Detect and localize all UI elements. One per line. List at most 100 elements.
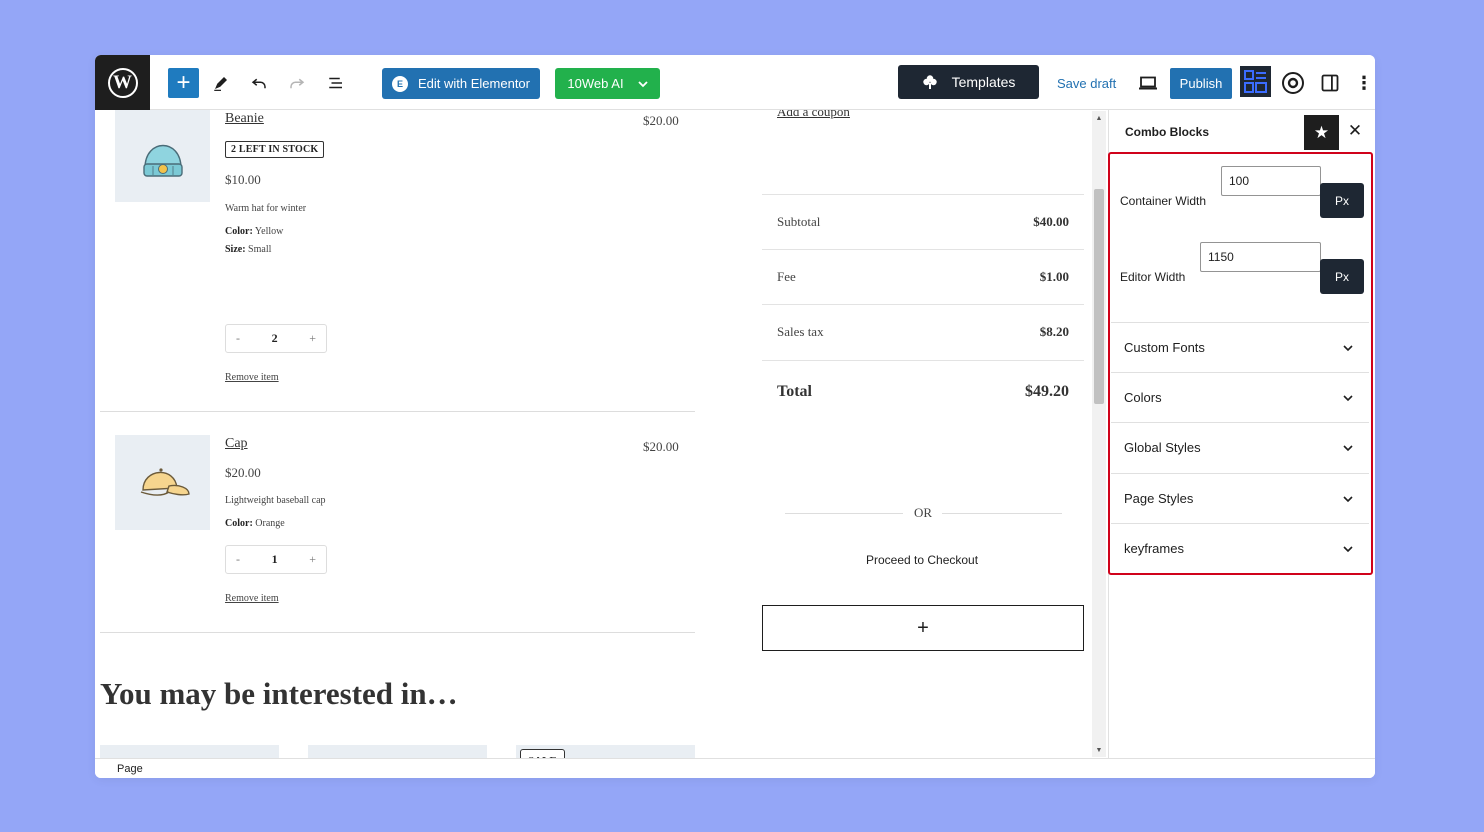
accordion-label: keyframes: [1124, 541, 1184, 556]
qty-increase-button[interactable]: +: [309, 552, 316, 567]
combo-blocks-plugin-button[interactable]: [1240, 66, 1271, 97]
qty-decrease-button[interactable]: -: [236, 331, 240, 346]
quantity-stepper[interactable]: - 1 +: [225, 545, 327, 574]
templates-button-label: Templates: [951, 74, 1016, 90]
status-footer: Page: [95, 758, 1375, 778]
totals-amount: $8.20: [1039, 324, 1069, 339]
edit-with-elementor-button[interactable]: E Edit with Elementor: [382, 68, 540, 99]
editor-window: W + E Edit with Elementor 10Web AI Templ…: [95, 55, 1375, 778]
chevron-down-icon: [1343, 545, 1353, 552]
accordion-custom-fonts[interactable]: Custom Fonts: [1111, 322, 1369, 372]
close-sidebar-button[interactable]: ✕: [1347, 121, 1363, 140]
settings-sidebar-toggle[interactable]: [1316, 68, 1344, 98]
totals-amount: $40.00: [1033, 214, 1069, 229]
desktop-preview-icon: [1139, 76, 1157, 90]
remove-item-link[interactable]: Remove item: [225, 593, 279, 604]
qty-decrease-button[interactable]: -: [236, 552, 240, 567]
quantity-stepper[interactable]: - 2 +: [225, 324, 327, 353]
chevron-down-icon: [1343, 495, 1353, 502]
pencil-tool-button[interactable]: [207, 68, 235, 98]
sidebar-title: Combo Blocks: [1125, 125, 1210, 139]
container-width-input[interactable]: [1221, 166, 1321, 196]
total-amount: $49.20: [1025, 382, 1069, 400]
publish-button[interactable]: Publish: [1170, 68, 1232, 99]
scroll-down-arrow-icon[interactable]: ▼: [1092, 743, 1106, 757]
preview-button[interactable]: [1135, 68, 1161, 98]
product-description: Lightweight baseball cap: [225, 495, 326, 506]
elementor-button-label: Edit with Elementor: [418, 76, 530, 91]
star-icon: ★: [1313, 122, 1330, 142]
block-breadcrumb[interactable]: Page: [117, 763, 143, 775]
canvas-scrollbar[interactable]: ▲ ▼: [1092, 111, 1106, 757]
plugin-circle-button[interactable]: [1279, 68, 1307, 98]
chevron-down-icon: [1343, 394, 1353, 401]
product-name-link[interactable]: Beanie: [225, 111, 264, 127]
document-overview-button[interactable]: [322, 68, 350, 98]
container-width-unit-button[interactable]: Px: [1320, 183, 1364, 218]
sidebar-header: Combo Blocks ★ ✕: [1109, 110, 1375, 153]
accordion-global-styles[interactable]: Global Styles: [1111, 422, 1369, 472]
line-subtotal: $20.00: [643, 113, 679, 128]
chevron-down-icon: [1343, 444, 1353, 451]
options-menu-button[interactable]: ⋮: [1355, 68, 1373, 98]
product-attribute: Color: Yellow: [225, 226, 284, 237]
qty-value[interactable]: 1: [272, 552, 278, 567]
accordion-label: Custom Fonts: [1124, 340, 1205, 355]
block-appender-button[interactable]: +: [762, 605, 1084, 651]
undo-icon: [251, 78, 266, 89]
editor-width-label: Editor Width: [1120, 270, 1186, 284]
proceed-to-checkout-button[interactable]: Proceed to Checkout: [866, 553, 978, 567]
sidebar-icon: [1321, 74, 1339, 92]
recommended-product-card[interactable]: [308, 745, 487, 758]
add-block-button[interactable]: +: [168, 68, 199, 98]
line-subtotal: $20.00: [643, 439, 679, 454]
10web-ai-button[interactable]: 10Web AI: [555, 68, 660, 99]
editor-width-input[interactable]: [1200, 242, 1321, 272]
product-attribute: Color: Orange: [225, 518, 285, 529]
beanie-image: [115, 110, 210, 202]
editor-canvas: Beanie $20.00 2 LEFT IN STOCK $10.00 War…: [95, 110, 1108, 758]
editor-width-unit-button[interactable]: Px: [1320, 259, 1364, 294]
beanie-icon: [142, 144, 183, 177]
recommended-product-card[interactable]: SALE: [516, 745, 695, 758]
save-draft-button[interactable]: Save draft: [1057, 68, 1116, 98]
qty-increase-button[interactable]: +: [309, 331, 316, 346]
add-coupon-link[interactable]: Add a coupon: [777, 110, 850, 120]
totals-row-total: Total $49.20: [762, 360, 1084, 422]
close-icon: ✕: [1347, 121, 1363, 140]
undo-button[interactable]: [245, 68, 273, 98]
totals-label: Sales tax: [777, 324, 824, 339]
qty-value[interactable]: 2: [272, 331, 278, 346]
scrollbar-thumb[interactable]: [1094, 189, 1104, 404]
cap-icon: [140, 467, 190, 496]
combo-blocks-icon: [1244, 70, 1267, 93]
pencil-icon: [214, 77, 227, 91]
top-toolbar: W + E Edit with Elementor 10Web AI Templ…: [95, 55, 1375, 110]
or-divider-right: [942, 513, 1062, 514]
wordpress-logo-button[interactable]: W: [95, 55, 150, 110]
accordion-colors[interactable]: Colors: [1111, 372, 1369, 422]
circle-logo-icon: [1282, 72, 1304, 94]
accordion-keyframes[interactable]: keyframes: [1111, 523, 1369, 573]
redo-button[interactable]: [283, 68, 311, 98]
remove-item-link[interactable]: Remove item: [225, 372, 279, 383]
recommended-product-card[interactable]: [100, 745, 279, 758]
elementor-icon: E: [392, 75, 408, 92]
unit-price: $20.00: [225, 465, 261, 480]
product-description: Warm hat for winter: [225, 203, 307, 214]
unit-price: $10.00: [225, 172, 261, 187]
list-view-icon: [329, 77, 342, 89]
product-attribute: Size: Small: [225, 244, 272, 255]
total-label: Total: [777, 382, 812, 400]
product-name-link[interactable]: Cap: [225, 436, 248, 452]
cross-sells-heading: You may be interested in…: [100, 676, 458, 711]
accordion-label: Global Styles: [1124, 440, 1201, 455]
chevron-down-icon: [1343, 344, 1353, 351]
templates-button[interactable]: Templates: [898, 65, 1039, 99]
pin-favorite-button[interactable]: ★: [1304, 115, 1339, 150]
scroll-up-arrow-icon[interactable]: ▲: [1092, 111, 1106, 125]
accordion-label: Colors: [1124, 390, 1162, 405]
stock-badge: 2 LEFT IN STOCK: [225, 141, 325, 158]
accordion-page-styles[interactable]: Page Styles: [1111, 473, 1369, 523]
or-divider-text: OR: [914, 505, 933, 520]
